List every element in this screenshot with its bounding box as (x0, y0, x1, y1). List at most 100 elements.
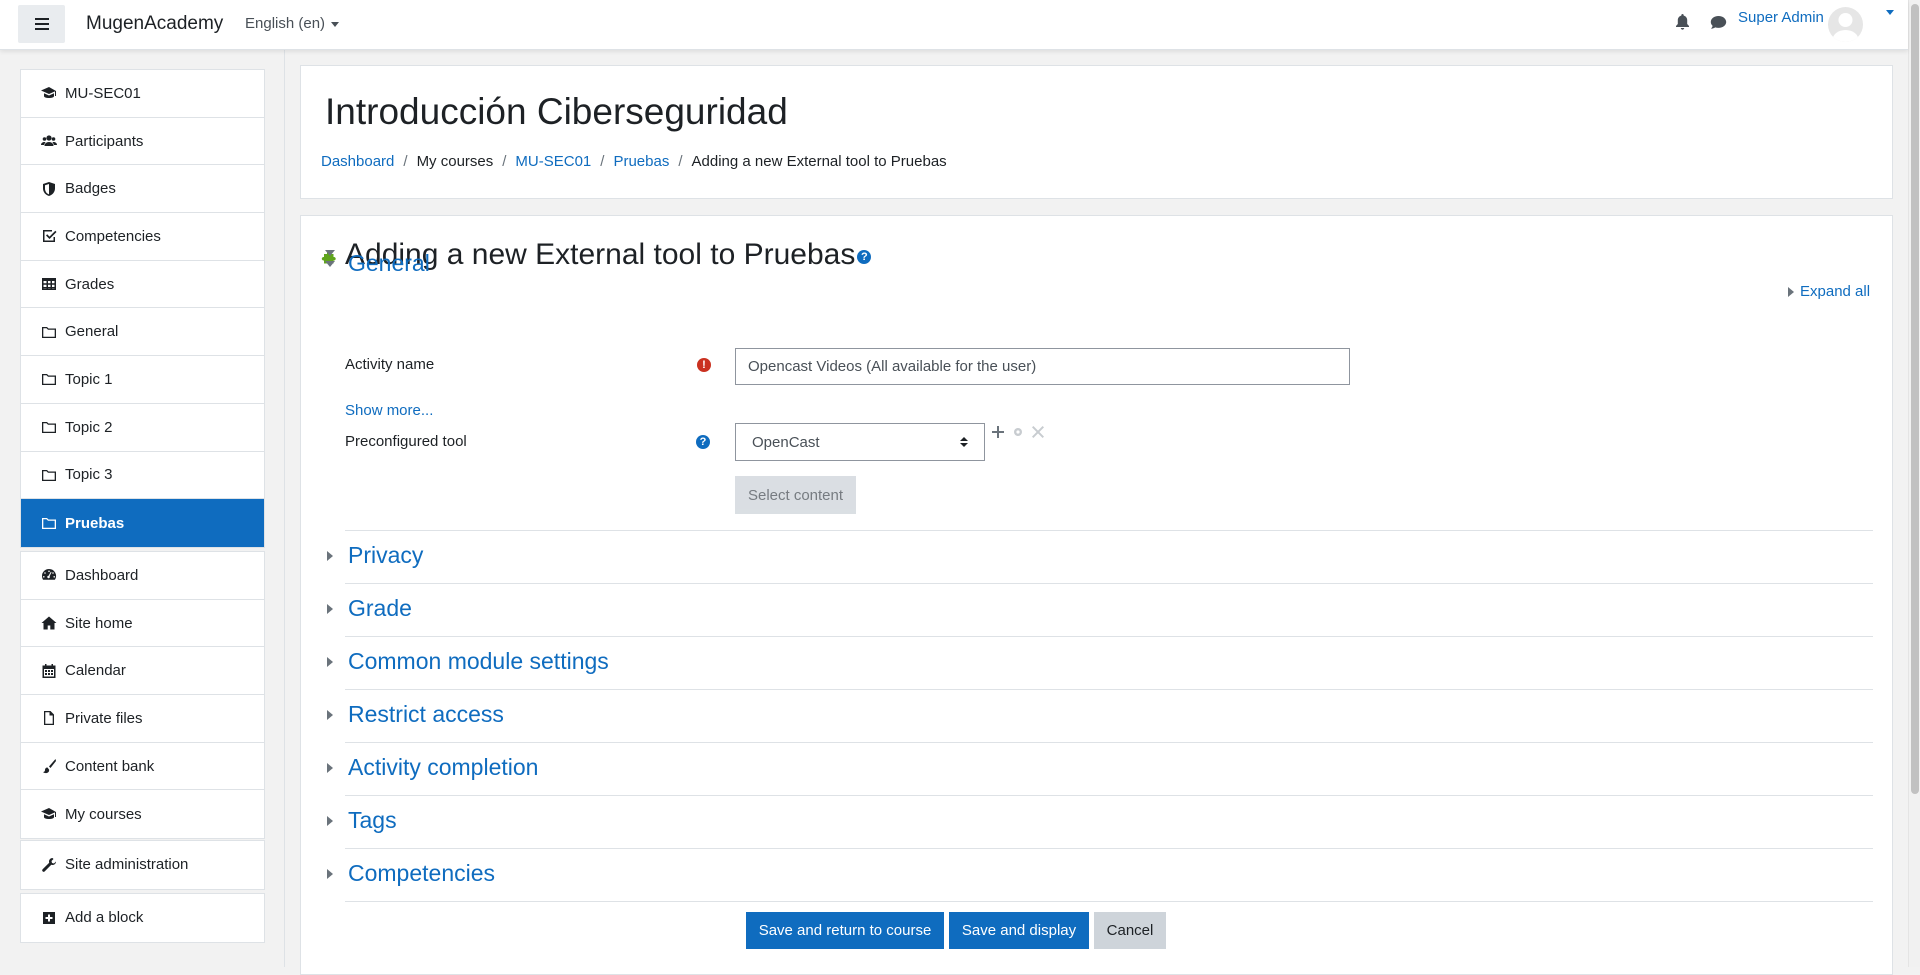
breadcrumb-section[interactable]: Pruebas (613, 153, 669, 170)
close-icon[interactable] (1032, 426, 1044, 438)
folder-icon (42, 374, 56, 386)
section-label: Grade (348, 595, 412, 621)
nav-item-participants[interactable]: Participants (21, 118, 264, 166)
section-divider (345, 636, 1873, 637)
breadcrumb-separator: / (502, 153, 507, 170)
home-icon (41, 616, 57, 630)
breadcrumb-dashboard[interactable]: Dashboard (321, 153, 394, 170)
select-content-button[interactable]: Select content (735, 476, 856, 514)
nav-item-label: My courses (65, 805, 142, 823)
section-label: Common module settings (348, 648, 609, 674)
nav-item-badges[interactable]: Badges (21, 165, 264, 214)
nav-item-grades[interactable]: Grades (21, 261, 264, 309)
section-label: General (348, 250, 430, 276)
nav-item-add-block[interactable]: Add a block (21, 894, 264, 942)
page-scrollbar[interactable] (1908, 0, 1920, 967)
section-privacy[interactable]: Privacy (323, 542, 423, 569)
nav-item-label: Site administration (65, 856, 189, 874)
folder-icon (42, 469, 56, 481)
nav-item-label: Calendar (65, 662, 126, 680)
section-divider (345, 742, 1873, 743)
expand-all-link[interactable]: Expand all (1788, 283, 1870, 300)
preconfigured-tool-label: Preconfigured tool (345, 433, 467, 450)
help-icon[interactable]: ? (696, 435, 710, 449)
caret-right-icon (323, 762, 337, 773)
caret-right-icon (323, 815, 337, 826)
nav-item-topic-1[interactable]: Topic 1 (21, 356, 264, 404)
save-and-return-button[interactable]: Save and return to course (746, 912, 944, 949)
avatar[interactable] (1828, 7, 1863, 42)
caret-right-icon (323, 603, 337, 614)
caret-down-icon (323, 260, 337, 267)
user-menu-chevron-icon[interactable] (1886, 10, 1894, 15)
nav-item-general[interactable]: General (21, 308, 264, 357)
section-grade[interactable]: Grade (323, 595, 412, 622)
breadcrumb-course[interactable]: MU-SEC01 (515, 153, 591, 170)
save-and-display-button[interactable]: Save and display (949, 912, 1089, 949)
admin-nav-group: Site administration (20, 840, 265, 890)
tool-actions (992, 426, 1044, 438)
section-divider (345, 689, 1873, 690)
breadcrumb-current: Adding a new External tool to Pruebas (691, 153, 947, 170)
nav-item-label: Site home (65, 614, 133, 632)
nav-item-dashboard[interactable]: Dashboard (21, 552, 264, 600)
activity-name-input[interactable] (735, 348, 1350, 385)
site-brand[interactable]: MugenAcademy (86, 13, 223, 35)
section-activity-completion[interactable]: Activity completion (323, 754, 538, 781)
user-silhouette-icon (1832, 13, 1859, 42)
plus-square-icon (43, 911, 55, 924)
section-divider (345, 795, 1873, 796)
file-icon (44, 711, 54, 726)
calendar-icon (42, 663, 56, 678)
section-restrict-access[interactable]: Restrict access (323, 701, 504, 728)
nav-item-topic-2[interactable]: Topic 2 (21, 404, 264, 452)
section-common-module-settings[interactable]: Common module settings (323, 648, 609, 675)
nav-item-content-bank[interactable]: Content bank (21, 743, 264, 791)
nav-item-site-home[interactable]: Site home (21, 600, 264, 648)
site-nav-group: Dashboard Site home Calendar Private fil… (20, 551, 265, 840)
section-divider (345, 583, 1873, 584)
nav-item-label: Topic 2 (65, 418, 113, 436)
section-divider (345, 530, 1873, 531)
breadcrumb-my-courses: My courses (416, 153, 494, 170)
nav-item-topic-3[interactable]: Topic 3 (21, 452, 264, 500)
section-competencies[interactable]: Competencies (323, 860, 495, 887)
section-label: Tags (348, 807, 397, 833)
section-tags[interactable]: Tags (323, 807, 397, 834)
main-content: Adding a new External tool to Pruebas ? … (300, 215, 1893, 975)
page-header: Introducción Ciberseguridad Dashboard / … (300, 65, 1893, 199)
chat-icon[interactable] (1710, 15, 1727, 30)
show-more-link[interactable]: Show more... (345, 402, 433, 419)
gear-icon[interactable] (1012, 426, 1024, 438)
help-icon[interactable]: ? (857, 250, 872, 264)
tachometer-icon (42, 569, 57, 581)
nav-item-my-courses[interactable]: My courses (21, 790, 264, 838)
nav-item-label: General (65, 323, 119, 341)
user-menu-name[interactable]: Super Admin (1738, 9, 1824, 26)
nav-item-pruebas[interactable]: Pruebas (21, 499, 264, 547)
chevron-down-icon (331, 21, 340, 27)
cancel-button[interactable]: Cancel (1094, 912, 1166, 949)
section-label: Activity completion (348, 754, 539, 780)
block-nav-group: Add a block (20, 893, 265, 943)
caret-right-icon (323, 868, 337, 879)
caret-right-icon (323, 656, 337, 667)
scrollbar-thumb[interactable] (1911, 4, 1919, 794)
bell-icon[interactable] (1675, 14, 1690, 30)
nav-item-competencies[interactable]: Competencies (21, 213, 264, 261)
nav-item-mu-sec01[interactable]: MU-SEC01 (21, 70, 264, 118)
caret-right-icon (1788, 286, 1794, 297)
menu-icon (34, 18, 49, 30)
preconfigured-tool-select[interactable]: OpenCast (735, 423, 985, 461)
breadcrumb-separator: / (403, 153, 408, 170)
drawer-toggle-button[interactable] (18, 5, 65, 43)
section-label: Privacy (348, 542, 424, 568)
section-general-title[interactable]: General (323, 250, 430, 277)
graduation-cap-icon (41, 87, 56, 99)
nav-item-private-files[interactable]: Private files (21, 695, 264, 743)
nav-item-calendar[interactable]: Calendar (21, 647, 264, 696)
plus-icon[interactable] (992, 426, 1004, 438)
nav-item-site-administration[interactable]: Site administration (21, 841, 264, 889)
language-menu[interactable]: English (en) (245, 15, 340, 32)
section-label: Competencies (348, 860, 496, 886)
